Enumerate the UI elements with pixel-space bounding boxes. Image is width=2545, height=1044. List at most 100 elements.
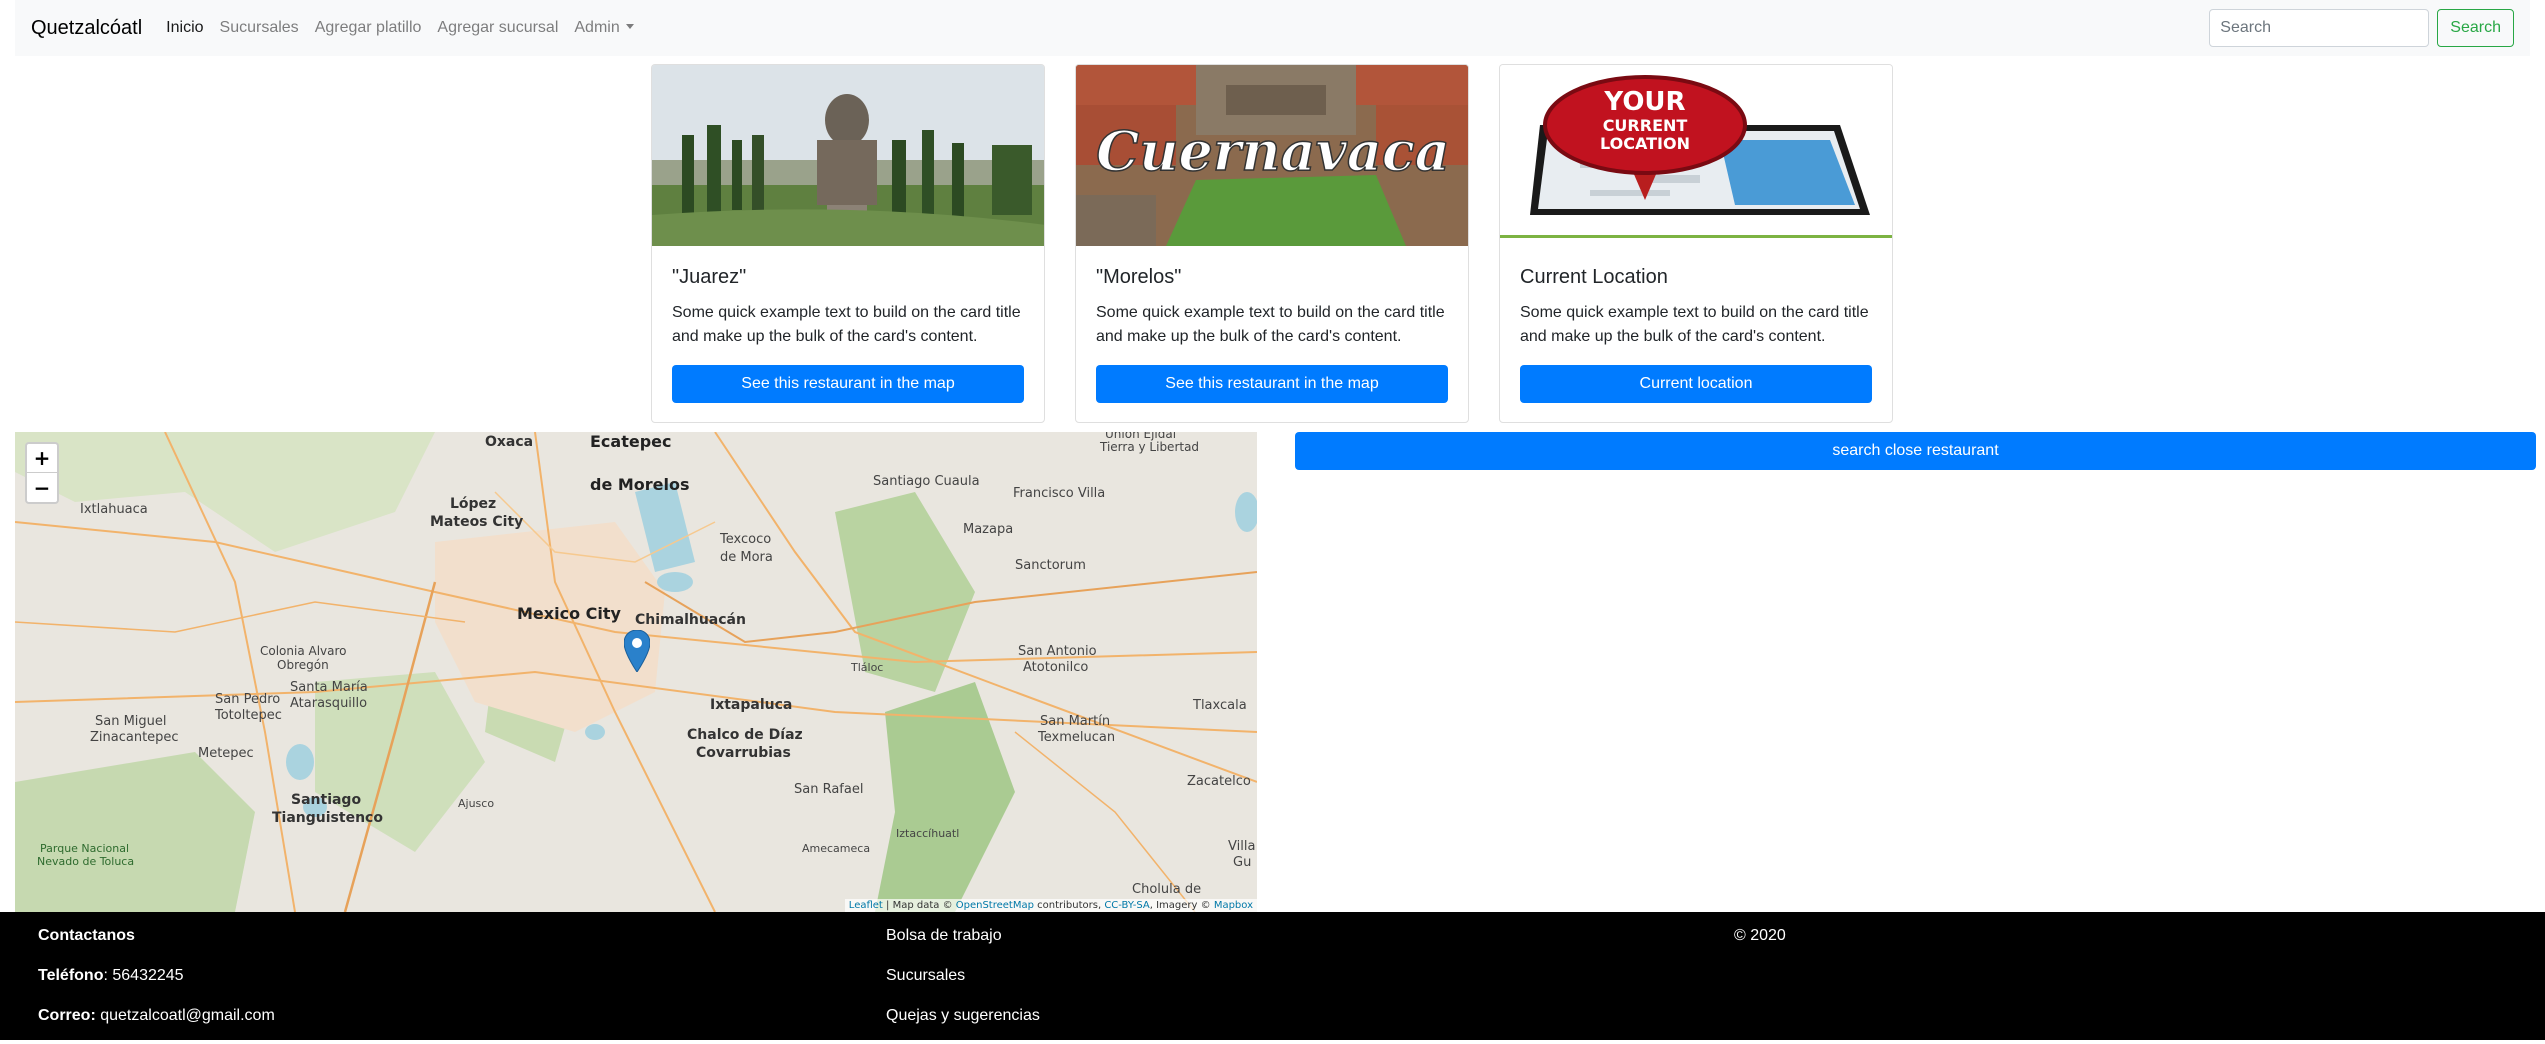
email-value: quetzalcoatl@gmail.com — [95, 1007, 275, 1024]
footer-links: Bolsa de trabajo Sucursales Quejas y sug… — [886, 924, 1040, 1044]
current-location-button[interactable]: Current location — [1520, 365, 1872, 403]
map-label: Santiago — [291, 792, 362, 808]
footer-copyright: © 2020 — [1734, 924, 1786, 964]
map-label: Zinacantepec — [90, 730, 179, 745]
map-label: Tláloc — [851, 661, 884, 674]
map-label: Colonia Alvaro — [260, 644, 347, 658]
map-label: Covarrubias — [696, 745, 791, 761]
card-current-location: YOUR CURRENT LOCATION Current Location S… — [1499, 64, 1893, 423]
attribution-text: contributors, — [1033, 900, 1105, 911]
map-label: Tlaxcala — [1193, 698, 1247, 713]
map-label: Tierra y Libertad — [1100, 440, 1200, 454]
current-text: CURRENT — [1603, 116, 1688, 135]
map-label: Amecameca — [802, 842, 871, 855]
phone-label: Teléfono — [38, 967, 104, 984]
see-restaurant-map-button[interactable]: See this restaurant in the map — [672, 365, 1024, 403]
map-label: Chimalhuacán — [635, 612, 746, 628]
brand-link[interactable]: Quetzalcóatl — [31, 17, 142, 40]
map-label: San Rafael — [794, 782, 864, 797]
card-image-morelos: Cuernavaca — [1076, 65, 1468, 246]
admin-dropdown[interactable]: Admin — [574, 19, 634, 37]
statue-scene-image — [652, 65, 1044, 246]
footer-link-quejas[interactable]: Quejas y sugerencias — [886, 1004, 1040, 1028]
map-label: de Mora — [720, 550, 773, 565]
map-attribution: Leaflet | Map data © OpenStreetMap contr… — [844, 899, 1257, 912]
card-title: Current Location — [1520, 266, 1668, 288]
map-label: Gu — [1233, 855, 1252, 870]
map-label: Atarasquillo — [290, 696, 368, 711]
location-text: LOCATION — [1600, 134, 1690, 153]
card-text: Some quick example text to build on the … — [672, 304, 1021, 345]
search-input[interactable] — [2209, 9, 2430, 47]
cc-link[interactable]: CC-BY-SA — [1104, 900, 1149, 911]
card-body-morelos: "Morelos" Some quick example text to bui… — [1076, 246, 1468, 422]
card-title: "Juarez" — [672, 266, 747, 288]
footer-link-bolsa[interactable]: Bolsa de trabajo — [886, 924, 1040, 948]
map-label: Ecatepec — [590, 432, 672, 451]
map-label: Ixtlahuaca — [80, 502, 148, 517]
map-label: López — [450, 496, 497, 512]
map-label: de Morelos — [590, 475, 690, 494]
map[interactable]: + − Oxaca Ecatepec de Morelos López Mate… — [15, 432, 1257, 912]
map-label: Mazapa — [963, 522, 1014, 537]
mapbox-link[interactable]: Mapbox — [1214, 900, 1253, 911]
see-restaurant-map-button[interactable]: See this restaurant in the map — [1096, 365, 1448, 403]
map-marker-icon[interactable] — [624, 630, 650, 672]
map-label: Santa María — [290, 680, 368, 695]
search-close-restaurant-button[interactable]: search close restaurant — [1295, 432, 2536, 470]
zoom-in-button[interactable]: + — [27, 444, 57, 473]
copyright: © 2020 — [1734, 927, 1786, 944]
navbar: Quetzalcóatl Inicio Sucursales Agregar p… — [15, 0, 2530, 56]
map-label: Nevado de Toluca — [37, 855, 135, 868]
phone-value: : 56432245 — [103, 967, 184, 984]
map-label: San Antonio — [1018, 644, 1097, 659]
caret-down-icon — [625, 24, 634, 29]
map-label: Zacatelco — [1187, 774, 1251, 789]
card-body-location: Current Location Some quick example text… — [1500, 246, 1892, 422]
map-label: Santiago Cuaula — [873, 474, 980, 489]
zoom-out-button[interactable]: − — [27, 473, 57, 502]
leaflet-link[interactable]: Leaflet — [849, 900, 883, 911]
zoom-control: + − — [25, 442, 59, 504]
map-label: San Miguel — [95, 714, 167, 729]
card-image-location: YOUR CURRENT LOCATION — [1500, 65, 1892, 246]
map-label: Iztaccíhuatl — [896, 827, 960, 840]
your-text: YOUR — [1603, 87, 1685, 117]
card-morelos: Cuernavaca "Morelos" Some quick example … — [1075, 64, 1469, 423]
nav-link-sucursales[interactable]: Sucursales — [220, 19, 299, 37]
map-label: San Martín — [1040, 714, 1111, 729]
map-label: San Pedro — [215, 692, 281, 707]
map-label: Tianguistenco — [272, 810, 383, 826]
osm-link[interactable]: OpenStreetMap — [956, 900, 1034, 911]
cuernavaca-text: Cuernavaca — [1096, 119, 1450, 183]
map-label: Oxaca — [485, 434, 534, 450]
map-label: Chalco de Díaz — [687, 727, 803, 743]
map-label: Totoltepec — [215, 708, 282, 723]
map-label: Metepec — [198, 746, 254, 761]
card-text: Some quick example text to build on the … — [1520, 304, 1869, 345]
nav-link-agregar-sucursal[interactable]: Agregar sucursal — [437, 19, 558, 37]
footer-contact: Contactanos Teléfono: 56432245 Correo: q… — [38, 924, 275, 1044]
map-label: Texmelucan — [1038, 730, 1116, 745]
contact-heading: Contactanos — [38, 927, 135, 944]
map-label: Texcoco — [720, 532, 772, 547]
map-label: Ajusco — [458, 797, 495, 810]
map-label: Mateos City — [430, 514, 524, 530]
map-label: Obregón — [277, 658, 329, 672]
nav-link-inicio[interactable]: Inicio — [166, 19, 203, 37]
email-label: Correo: — [38, 1007, 96, 1024]
attribution-text: | Map data © — [882, 900, 956, 911]
attribution-text: , Imagery © — [1149, 900, 1214, 911]
card-text: Some quick example text to build on the … — [1096, 304, 1445, 345]
nav-link-agregar-platillo[interactable]: Agregar platillo — [315, 19, 422, 37]
map-label: Francisco Villa — [1013, 486, 1106, 501]
card-title: "Morelos" — [1096, 266, 1182, 288]
map-label: Ixtapaluca — [710, 697, 793, 713]
cuernavaca-aerial-image: Cuernavaca — [1076, 65, 1468, 246]
card-juarez: "Juarez" Some quick example text to buil… — [651, 64, 1045, 423]
search-button[interactable]: Search — [2437, 9, 2514, 47]
current-location-image: YOUR CURRENT LOCATION — [1500, 75, 1892, 238]
footer-link-sucursales[interactable]: Sucursales — [886, 964, 1040, 988]
footer: Contactanos Teléfono: 56432245 Correo: q… — [0, 912, 2545, 1040]
admin-label: Admin — [574, 19, 620, 36]
